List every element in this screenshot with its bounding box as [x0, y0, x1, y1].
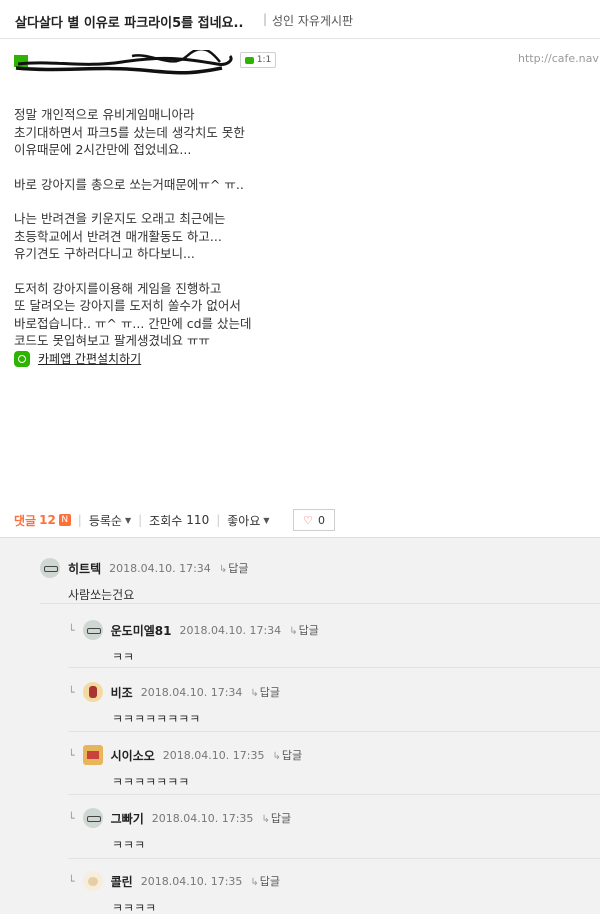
comment-nickname[interactable]: 콜린 [111, 873, 133, 890]
like-dropdown[interactable]: 좋아요 ▼ [227, 512, 269, 529]
comment-nickname[interactable]: 비조 [111, 684, 133, 701]
body-line: 나는 반려견을 키운지도 오래고 최근에는 [14, 211, 226, 226]
chat-badge-label: 1:1 [256, 55, 272, 65]
like-button[interactable]: ♡ 0 [293, 509, 335, 531]
cafe-app-icon [14, 350, 30, 367]
new-badge: N [58, 514, 71, 526]
reply-arrow-icon: ↳ [272, 751, 281, 762]
app-install-label[interactable]: 카페앱 간편설치하기 [38, 350, 141, 367]
like-count: 0 [317, 513, 325, 527]
board-link[interactable]: 성인 자유게시판 [272, 12, 353, 29]
redacted-author-scribble [14, 50, 233, 75]
reply-button[interactable]: ↳답글 [289, 622, 319, 638]
sort-dropdown[interactable]: 등록순 ▼ [89, 512, 131, 529]
comment-date: 2018.04.10. 17:34 [179, 623, 282, 637]
body-line: 초등학교에서 반려견 매개활동도 하고... [14, 228, 222, 244]
comment-divider [68, 794, 600, 795]
hand-avatar[interactable] [82, 871, 103, 891]
glasses-avatar[interactable] [40, 558, 60, 578]
cafe-url[interactable]: http://cafe.nav [518, 52, 599, 65]
like-label: 좋아요 [227, 513, 261, 528]
one-on-one-chat-button[interactable]: 1:1 [240, 52, 276, 68]
comment-text: ㅋㅋ [112, 650, 135, 664]
body-line: 이유때문에 2시간만에 접었네요... [14, 142, 192, 157]
chevron-down-icon: ▼ [263, 515, 270, 525]
comment-text: ㅋㅋㅋㅋㅋㅋㅋㅋ [112, 712, 201, 726]
comment-text: 사람쏘는건요 [68, 588, 135, 602]
box-avatar[interactable] [82, 745, 103, 765]
comment-text: ㅋㅋㅋ [112, 838, 146, 852]
comment-nickname[interactable]: 그빠기 [111, 810, 144, 827]
reply-button[interactable]: ↳답글 [250, 684, 280, 700]
app-install-link[interactable]: 카페앱 간편설치하기 [14, 350, 141, 367]
comment-date: 2018.04.10. 17:35 [151, 811, 254, 825]
body-line: 정말 개인적으로 유비게임매니아라 [14, 107, 195, 122]
body-line: 유기견도 구하러다니고 하다보니... [14, 246, 195, 261]
reply-button[interactable]: ↳답글 [272, 747, 302, 763]
glasses-avatar[interactable] [82, 808, 103, 828]
reply-item: └ 콜린 2018.04.10. 17:35 ↳답글 ㅋㅋㅋㅋ [68, 871, 280, 916]
reply-button[interactable]: ↳답글 [219, 560, 249, 576]
reply-item: └ 운도미엘81 2018.04.10. 17:34 ↳답글 ㅋㅋ [68, 620, 319, 665]
reply-indent-icon: └ [68, 685, 75, 699]
body-line: 바로 강아지를 총으로 쏘는거때문에ㅠ^ ㅠ.. [14, 176, 244, 192]
title-separator: | [263, 12, 268, 26]
comment-nickname[interactable]: 시이소오 [111, 747, 155, 764]
reply-indent-icon: └ [68, 623, 75, 637]
body-line: 초기대하면서 파크5를 샀는데 생각치도 못한 [14, 124, 245, 140]
body-line: 바로접습니다.. ㅠ^ ㅠ... 간만에 cd를 샀는데 [14, 315, 252, 331]
comment-date: 2018.04.10. 17:34 [109, 561, 211, 575]
reply-button[interactable]: ↳답글 [250, 873, 280, 889]
post-body: 정말 개인적으로 유비게임매니아라 초기대하면서 파크5를 샀는데 생각치도 못… [14, 106, 584, 350]
reply-item: └ 시이소오 2018.04.10. 17:35 ↳답글 ㅋㅋㅋㅋㅋㅋㅋ [68, 745, 302, 790]
sort-label: 등록순 [88, 513, 122, 528]
reply-arrow-icon: ↳ [289, 626, 298, 637]
body-line: 도저히 강아지를이용해 게임을 진행하고 [14, 280, 222, 296]
comment-divider [68, 731, 600, 732]
comment-date: 2018.04.10. 17:35 [140, 874, 243, 888]
reply-arrow-icon: ↳ [261, 814, 270, 825]
post-title: 살다살다 별 이유로 파크라이5를 접네요.. [15, 16, 244, 31]
comment-count: 12 [39, 513, 56, 527]
comment-item: 히트텍 2018.04.10. 17:34 ↳답글 사람쏘는건요 [40, 558, 248, 603]
reply-item: └ 비조 2018.04.10. 17:34 ↳답글 ㅋㅋㅋㅋㅋㅋㅋㅋ [68, 682, 280, 727]
comment-nickname[interactable]: 히트텍 [68, 560, 101, 577]
comment-label: 댓글 [14, 513, 37, 528]
glasses-avatar[interactable] [82, 620, 103, 640]
post-header: 살다살다 별 이유로 파크라이5를 접네요.. | 성인 자유게시판 [0, 0, 600, 39]
comment-text: ㅋㅋㅋㅋ [112, 901, 157, 915]
comment-divider [68, 858, 600, 859]
reply-indent-icon: └ [68, 874, 75, 888]
views-value: 110 [186, 513, 210, 527]
reply-arrow-icon: ↳ [218, 564, 228, 575]
comment-divider [68, 667, 600, 668]
body-line: 또 달려오는 강아지를 도저히 쏠수가 없어서 [14, 298, 241, 313]
view-count: 조회수 110 [149, 512, 209, 529]
comment-date: 2018.04.10. 17:34 [140, 685, 243, 699]
reply-button[interactable]: ↳답글 [261, 810, 291, 826]
reply-indent-icon: └ [68, 748, 75, 762]
character-avatar[interactable] [82, 682, 103, 702]
reply-arrow-icon: ↳ [250, 688, 259, 699]
heart-icon: ♡ [303, 513, 313, 527]
reply-arrow-icon: ↳ [250, 877, 259, 888]
comment-date: 2018.04.10. 17:35 [162, 748, 265, 762]
comment-count-toggle[interactable]: 댓글 12 N [14, 512, 71, 529]
chevron-down-icon: ▼ [124, 515, 132, 525]
comment-nickname[interactable]: 운도미엘81 [111, 622, 172, 639]
comment-divider [40, 603, 600, 604]
views-label: 조회수 [149, 513, 183, 528]
reply-indent-icon: └ [68, 811, 75, 825]
body-line: 코드도 못입혀보고 팔게생겼네요 ㅠㅠ [14, 333, 210, 348]
chat-icon [244, 56, 254, 64]
reply-item: └ 그빠기 2018.04.10. 17:35 ↳답글 ㅋㅋㅋ [68, 808, 291, 853]
comment-text: ㅋㅋㅋㅋㅋㅋㅋ [112, 775, 190, 789]
